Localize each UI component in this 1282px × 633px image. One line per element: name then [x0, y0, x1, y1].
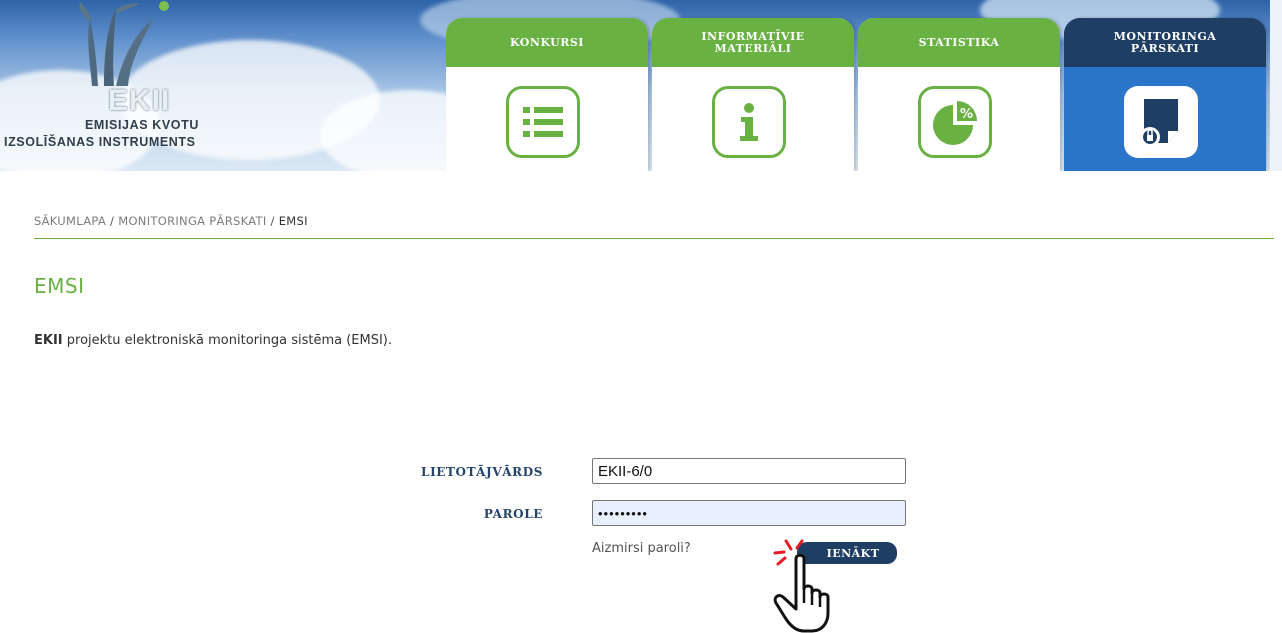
breadcrumb-current: EMSI	[278, 214, 308, 228]
breadcrumb-divider	[34, 238, 1274, 239]
nav-tab-label-line1: INFORMATĪVIE	[701, 29, 805, 43]
nav-tab-label-line1: MONITORINGA	[1113, 29, 1217, 43]
breadcrumb-home-link[interactable]: SĀKUMLAPA	[34, 214, 106, 228]
username-input[interactable]	[592, 458, 906, 484]
nav-tab-label: INFORMATĪVIE MATERIĀLI	[652, 18, 854, 67]
nav-tab-label-line2: PĀRSKATI	[1130, 41, 1200, 55]
document-lock-icon	[1124, 86, 1198, 158]
logo-tagline-line2: IZSOLĪŠANAS INSTRUMENTS	[4, 135, 196, 149]
breadcrumb-separator: /	[270, 214, 275, 228]
hand-cursor-icon	[773, 553, 830, 633]
info-icon	[712, 86, 786, 158]
nav-tab-body: %	[858, 67, 1060, 171]
site-logo-link[interactable]: EKII EMISIJAS KVOTU IZSOLĪŠANAS INSTRUME…	[0, 0, 300, 171]
header-edge	[1270, 0, 1282, 171]
logo-tagline-line1: EMISIJAS KVOTU	[85, 118, 199, 132]
username-label: LIETOTĀJVĀRDS	[421, 465, 543, 479]
breadcrumb-section-link[interactable]: MONITORINGA PĀRSKATI	[118, 214, 266, 228]
site-header: EKII EMISIJAS KVOTU IZSOLĪŠANAS INSTRUME…	[0, 0, 1282, 171]
intro-rest: projektu elektroniskā monitoringa sistēm…	[62, 333, 393, 348]
nav-tab-informativie-materiali[interactable]: INFORMATĪVIE MATERIĀLI	[652, 18, 854, 171]
svg-text:%: %	[960, 107, 973, 122]
pie-chart-percent-icon: %	[918, 86, 992, 158]
intro-bold: EKII	[34, 333, 63, 348]
breadcrumb: SĀKUMLAPA / MONITORINGA PĀRSKATI / EMSI	[34, 214, 308, 228]
password-label: PAROLE	[483, 507, 543, 521]
password-input[interactable]	[592, 500, 906, 526]
breadcrumb-separator: /	[110, 214, 115, 228]
nav-tab-label: STATISTIKA	[858, 18, 1060, 67]
nav-tab-konkursi[interactable]: KONKURSI	[446, 18, 648, 171]
logo-name: EKII	[108, 84, 171, 117]
nav-tab-monitoringa-parskati[interactable]: MONITORINGA PĀRSKATI	[1064, 18, 1266, 171]
forgot-password-link[interactable]: Aizmirsi paroli?	[592, 541, 691, 556]
list-icon	[506, 86, 580, 158]
intro-text: EKII projektu elektroniskā monitoringa s…	[34, 333, 392, 348]
nav-tab-label: MONITORINGA PĀRSKATI	[1064, 18, 1266, 67]
page-title: EMSI	[34, 274, 85, 298]
tree-logo-icon	[79, 1, 169, 86]
nav-tab-label-line2: MATERIĀLI	[714, 41, 792, 55]
nav-tab-body	[1064, 67, 1266, 171]
nav-tab-statistika[interactable]: STATISTIKA %	[858, 18, 1060, 171]
nav-tab-body	[652, 67, 854, 171]
nav-tab-label: KONKURSI	[446, 18, 648, 67]
nav-tab-body	[446, 67, 648, 171]
